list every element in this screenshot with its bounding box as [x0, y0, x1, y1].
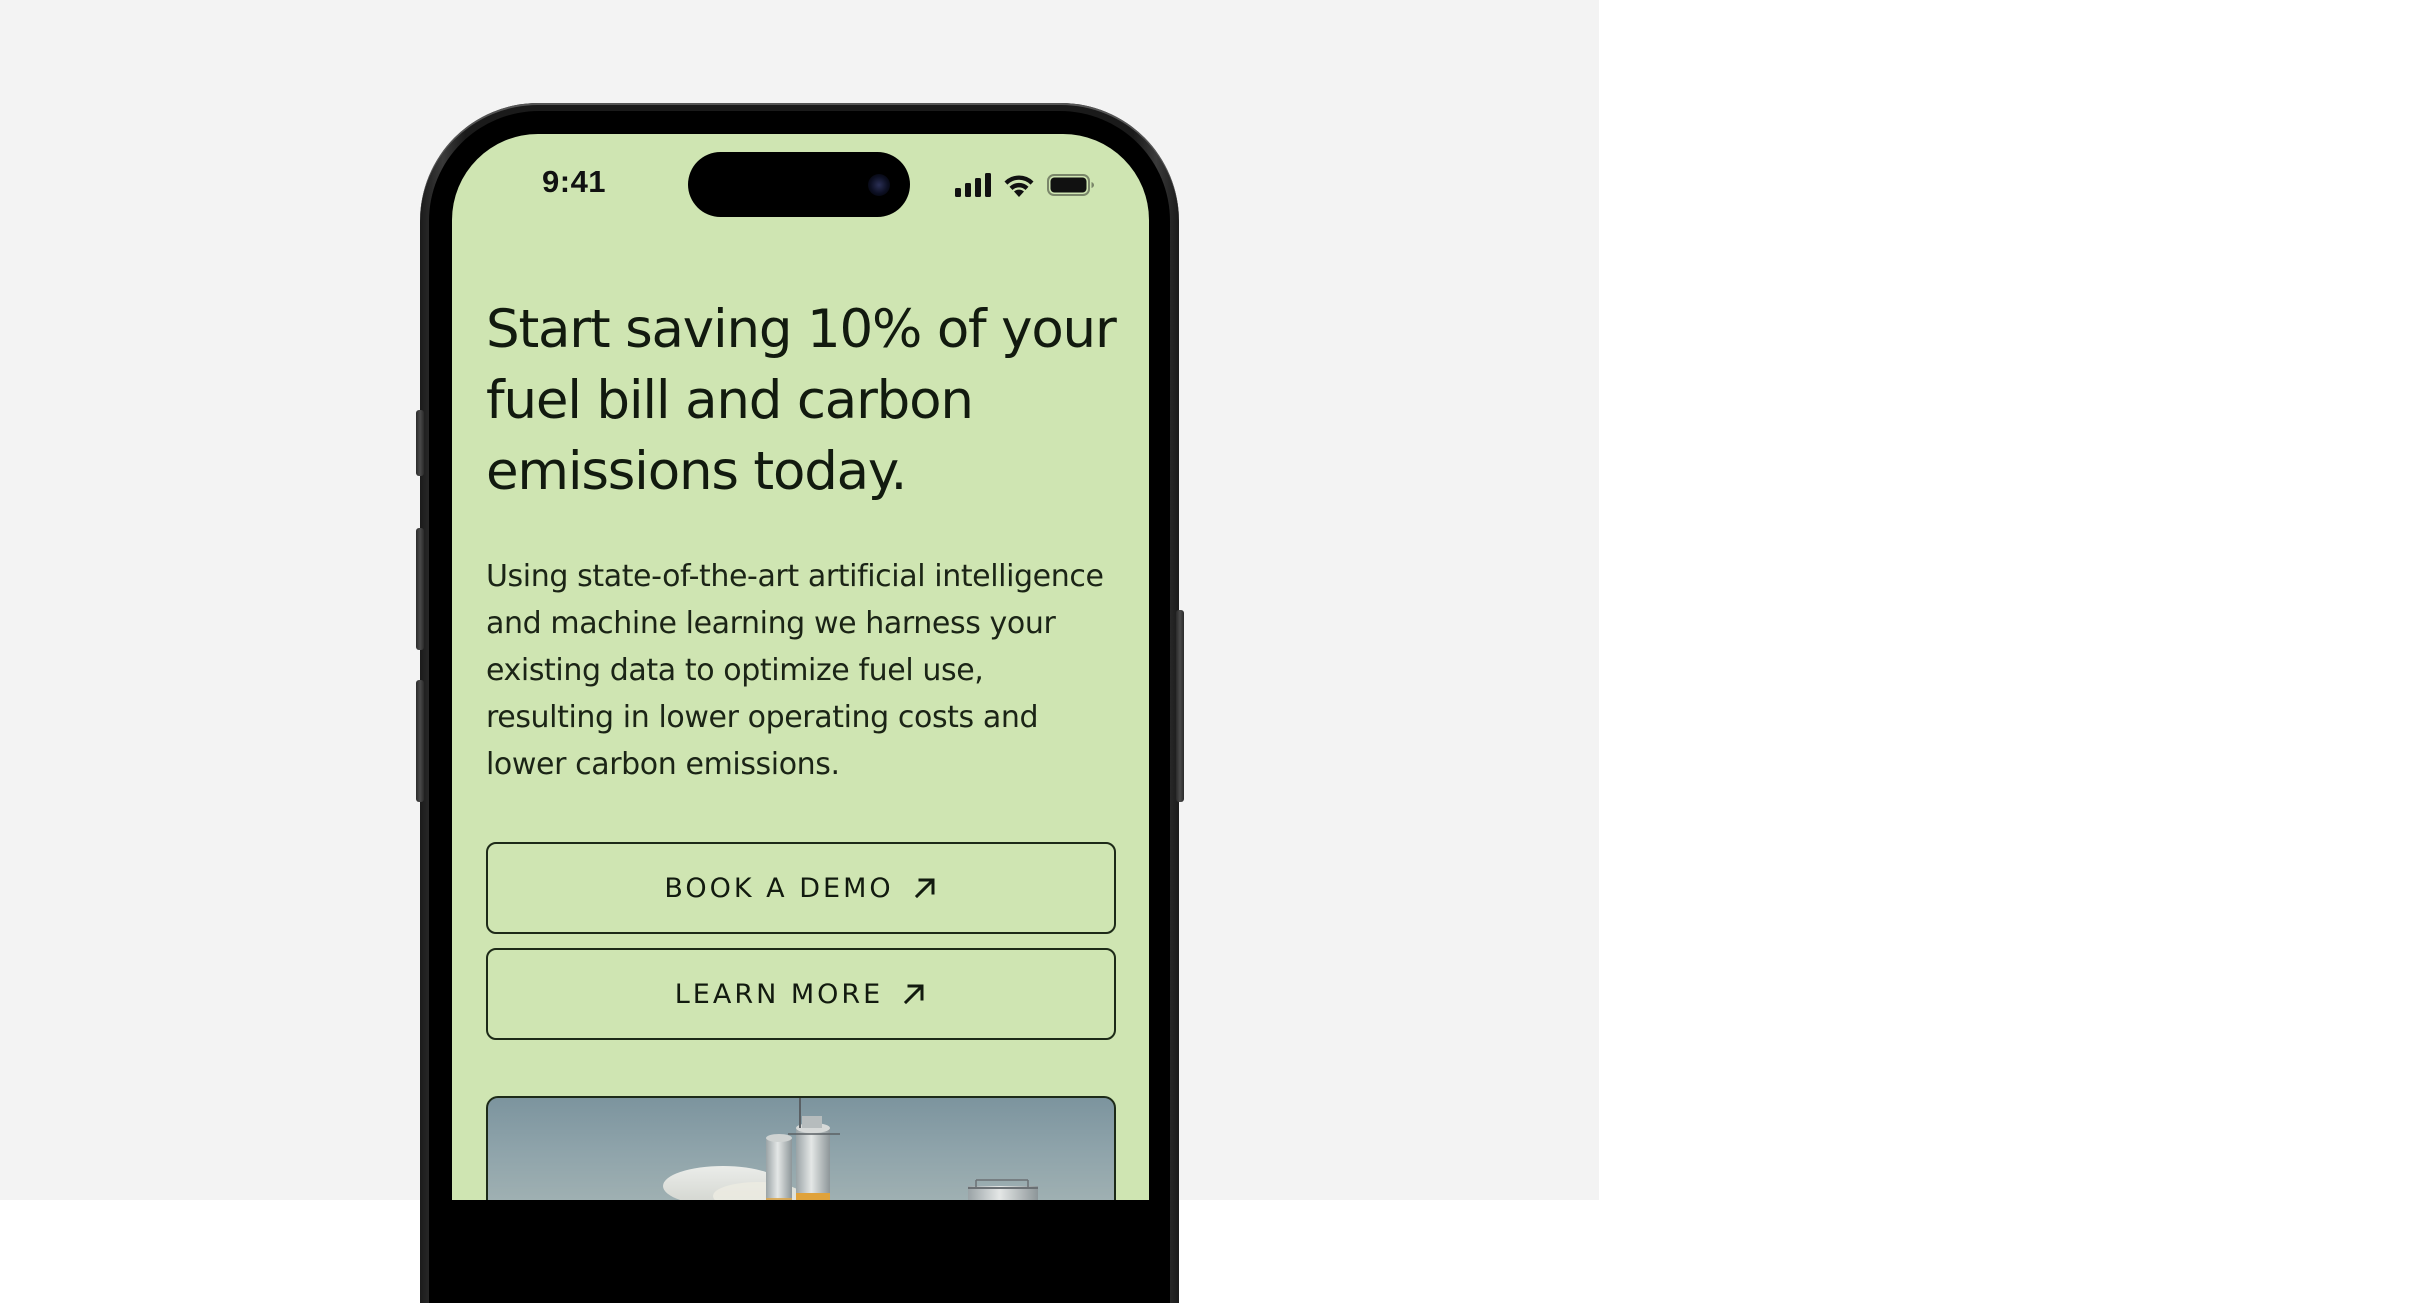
hero-description: Using state-of-the-art artificial intell… [486, 559, 1104, 782]
volume-up-button [416, 528, 424, 650]
power-button [1176, 610, 1184, 802]
silos-illustration [663, 1098, 1038, 1200]
status-bar: 9:41 [452, 134, 1149, 234]
arrow-up-right-icon [904, 984, 924, 1005]
volume-down-button [416, 680, 424, 802]
hero-headline: Start saving 10% of your fuel bill and c… [486, 299, 1117, 502]
action-button [416, 410, 424, 476]
book-demo-button[interactable]: BOOK A DEMO [486, 842, 1116, 934]
status-time: 9:41 [542, 164, 607, 199]
battery-icon [1047, 174, 1094, 196]
learn-more-button[interactable]: LEARN MORE [486, 948, 1116, 1040]
dynamic-island [688, 152, 910, 217]
wifi-icon [1004, 175, 1034, 197]
cellular-signal-icon [955, 173, 991, 197]
status-icons [955, 172, 1095, 198]
arrow-up-right-icon [914, 878, 935, 899]
front-camera [868, 174, 890, 196]
book-demo-label: BOOK A DEMO [664, 872, 894, 904]
hero-section: Start saving 10% of your fuel bill and c… [486, 294, 1117, 1040]
industrial-silos-image [486, 1096, 1116, 1200]
learn-more-label: LEARN MORE [674, 978, 884, 1010]
phone-screen: 9:41 Start saving 10% of your fuel bill … [452, 134, 1149, 1200]
